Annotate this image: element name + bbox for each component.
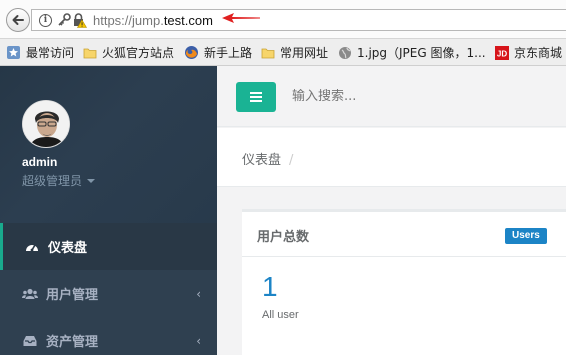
caret-down-icon (87, 178, 96, 183)
chevron-left-icon: ‹ (196, 334, 201, 348)
sidebar-item-label: 用户管理 (46, 288, 99, 303)
bookmark-jpeg-image[interactable]: 1.jpg（JPEG 图像，1... (338, 44, 486, 61)
sidebar-item-label: 资产管理 (46, 335, 99, 350)
username[interactable]: admin (22, 155, 57, 169)
sidebar-item-user-management[interactable]: 用户管理 ‹ (0, 270, 217, 317)
search-input[interactable] (292, 89, 492, 104)
info-icon[interactable]: i (39, 14, 52, 27)
bookmark-label: 新手上路 (204, 46, 253, 60)
back-button[interactable] (6, 8, 30, 32)
bookmark-star-icon (7, 46, 20, 59)
role-label: 超级管理员 (22, 174, 83, 188)
bookmarks-bar: 最常访问 火狐官方站点 新手上路 常用网址 1.jpg（JPEG 图像，1...… (0, 39, 566, 66)
url-domain: test.com (163, 13, 213, 28)
sidebar-item-label: 仪表盘 (48, 241, 88, 256)
bookmark-common-sites[interactable]: 常用网址 (261, 44, 328, 61)
hamburger-icon (250, 92, 262, 102)
bookmark-label: 1.jpg（JPEG 图像，1... (357, 46, 486, 60)
sidebar-item-asset-management[interactable]: 资产管理 ‹ (0, 317, 217, 355)
sidebar: admin 超级管理员 仪表盘 用户管理 ‹ 资产管理 ‹ (0, 66, 217, 355)
bookmark-firefox-site[interactable]: 火狐官方站点 (83, 44, 174, 61)
widget-header: 用户总数 Users (242, 212, 566, 257)
breadcrumb-separator: / (289, 153, 294, 168)
jd-icon: JD (495, 45, 509, 60)
folder-icon (261, 48, 275, 58)
bookmark-label: 火狐官方站点 (102, 46, 175, 60)
bookmark-getting-started[interactable]: 新手上路 (184, 44, 252, 61)
users-badge: Users (505, 228, 547, 244)
breadcrumb-current[interactable]: 仪表盘 (242, 153, 281, 168)
widget-title: 用户总数 (257, 230, 310, 245)
folder-icon (83, 48, 97, 58)
chevron-left-icon: ‹ (196, 287, 201, 301)
sidebar-item-dashboard[interactable]: 仪表盘 (0, 223, 217, 270)
users-icon (22, 286, 38, 302)
annotation-red-arrow-icon (222, 13, 260, 23)
total-users-widget: 用户总数 Users 1 All user (242, 209, 566, 355)
insecure-lock-icon[interactable] (73, 13, 87, 28)
profile-header: admin 超级管理员 (0, 66, 217, 223)
bookmark-label: 京东商城 (514, 46, 563, 60)
avatar[interactable] (22, 100, 70, 148)
key-icon (58, 13, 71, 26)
url-text: https://jump.test.com (93, 13, 213, 28)
firefox-icon (185, 46, 198, 59)
total-users-label: All user (262, 309, 299, 321)
svg-text:JD: JD (497, 49, 507, 58)
url-prefix: https://jump. (93, 13, 164, 28)
top-navbar (217, 66, 566, 127)
bookmark-label: 常用网址 (280, 46, 329, 60)
bookmark-jd[interactable]: JD 京东商城 (495, 44, 562, 61)
dashboard-icon (24, 239, 40, 255)
browser-url-bar: i https://jump.test.com (0, 0, 566, 39)
total-users-value: 1 (262, 271, 278, 302)
back-arrow-icon (12, 15, 24, 25)
bookmark-most-visited[interactable]: 最常访问 (6, 44, 74, 61)
bookmark-label: 最常访问 (26, 46, 75, 60)
role-dropdown[interactable]: 超级管理员 (22, 172, 96, 189)
globe-icon (339, 46, 351, 59)
menu-toggle-button[interactable] (236, 82, 276, 112)
inbox-icon (22, 333, 38, 349)
breadcrumb: 仪表盘 / (242, 149, 293, 168)
breadcrumb-bar: 仪表盘 / (217, 128, 566, 187)
address-field[interactable]: i https://jump.test.com (31, 9, 566, 31)
